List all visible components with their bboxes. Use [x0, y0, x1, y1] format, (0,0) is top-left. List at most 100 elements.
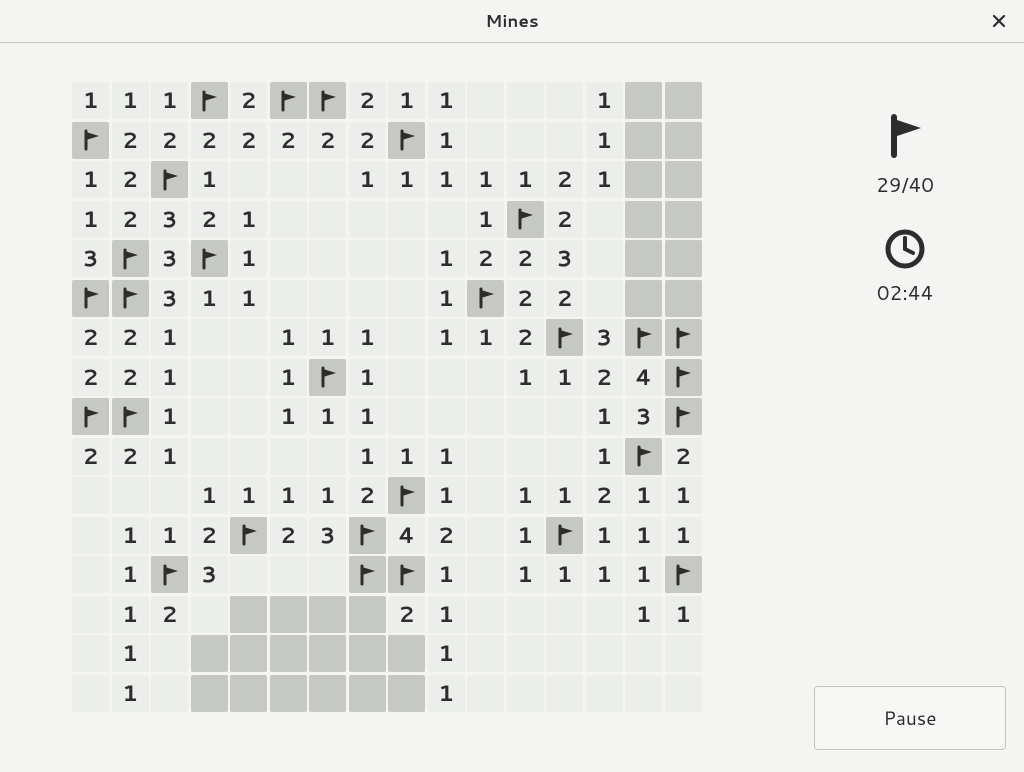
cell-r3-c12[interactable]: 2	[546, 201, 583, 238]
cell-r2-c6[interactable]	[309, 161, 346, 198]
cell-r0-c10[interactable]	[467, 82, 504, 119]
cell-r12-c14[interactable]: 1	[625, 556, 662, 593]
cell-r8-c6[interactable]: 1	[309, 398, 346, 435]
cell-r2-c3[interactable]: 1	[191, 161, 228, 198]
cell-r4-c6[interactable]	[309, 240, 346, 277]
cell-r4-c0[interactable]: 3	[72, 240, 109, 277]
cell-r10-c0[interactable]	[72, 477, 109, 514]
cell-r12-c0[interactable]	[72, 556, 109, 593]
cell-r10-c5[interactable]: 1	[270, 477, 307, 514]
cell-r4-c4[interactable]: 1	[230, 240, 267, 277]
cell-r14-c3[interactable]	[191, 635, 228, 672]
pause-button[interactable]: Pause	[814, 686, 1006, 750]
cell-r6-c11[interactable]: 2	[507, 319, 544, 356]
cell-r10-c8[interactable]	[388, 477, 425, 514]
cell-r9-c1[interactable]: 2	[112, 438, 149, 475]
cell-r9-c12[interactable]	[546, 438, 583, 475]
cell-r2-c10[interactable]: 1	[467, 161, 504, 198]
cell-r3-c9[interactable]	[428, 201, 465, 238]
cell-r10-c9[interactable]: 1	[428, 477, 465, 514]
cell-r14-c10[interactable]	[467, 635, 504, 672]
cell-r0-c11[interactable]	[507, 82, 544, 119]
cell-r15-c6[interactable]	[309, 675, 346, 712]
cell-r7-c5[interactable]: 1	[270, 359, 307, 396]
cell-r0-c7[interactable]: 2	[349, 82, 386, 119]
cell-r7-c12[interactable]: 1	[546, 359, 583, 396]
cell-r14-c14[interactable]	[625, 635, 662, 672]
cell-r13-c8[interactable]: 2	[388, 596, 425, 633]
cell-r9-c9[interactable]: 1	[428, 438, 465, 475]
cell-r0-c9[interactable]: 1	[428, 82, 465, 119]
cell-r15-c10[interactable]	[467, 675, 504, 712]
cell-r10-c7[interactable]: 2	[349, 477, 386, 514]
cell-r3-c5[interactable]	[270, 201, 307, 238]
cell-r5-c6[interactable]	[309, 280, 346, 317]
cell-r15-c12[interactable]	[546, 675, 583, 712]
cell-r7-c3[interactable]	[191, 359, 228, 396]
cell-r6-c9[interactable]: 1	[428, 319, 465, 356]
cell-r12-c10[interactable]	[467, 556, 504, 593]
cell-r8-c5[interactable]: 1	[270, 398, 307, 435]
cell-r15-c0[interactable]	[72, 675, 109, 712]
cell-r10-c11[interactable]: 1	[507, 477, 544, 514]
cell-r7-c8[interactable]	[388, 359, 425, 396]
cell-r13-c13[interactable]	[586, 596, 623, 633]
cell-r0-c5[interactable]	[270, 82, 307, 119]
cell-r4-c10[interactable]: 2	[467, 240, 504, 277]
cell-r11-c14[interactable]: 1	[625, 517, 662, 554]
cell-r6-c4[interactable]	[230, 319, 267, 356]
cell-r13-c5[interactable]	[270, 596, 307, 633]
cell-r5-c4[interactable]: 1	[230, 280, 267, 317]
cell-r1-c9[interactable]: 1	[428, 122, 465, 159]
cell-r0-c0[interactable]: 1	[72, 82, 109, 119]
cell-r1-c13[interactable]: 1	[586, 122, 623, 159]
cell-r14-c8[interactable]	[388, 635, 425, 672]
cell-r5-c12[interactable]: 2	[546, 280, 583, 317]
cell-r14-c9[interactable]: 1	[428, 635, 465, 672]
cell-r5-c14[interactable]	[625, 280, 662, 317]
cell-r7-c7[interactable]: 1	[349, 359, 386, 396]
cell-r14-c7[interactable]	[349, 635, 386, 672]
cell-r13-c10[interactable]	[467, 596, 504, 633]
cell-r5-c2[interactable]: 3	[151, 280, 188, 317]
cell-r1-c12[interactable]	[546, 122, 583, 159]
cell-r3-c2[interactable]: 3	[151, 201, 188, 238]
cell-r10-c15[interactable]: 1	[665, 477, 702, 514]
cell-r11-c7[interactable]	[349, 517, 386, 554]
cell-r7-c0[interactable]: 2	[72, 359, 109, 396]
cell-r13-c9[interactable]: 1	[428, 596, 465, 633]
cell-r15-c3[interactable]	[191, 675, 228, 712]
cell-r4-c5[interactable]	[270, 240, 307, 277]
cell-r9-c10[interactable]	[467, 438, 504, 475]
cell-r6-c8[interactable]	[388, 319, 425, 356]
cell-r5-c8[interactable]	[388, 280, 425, 317]
cell-r6-c12[interactable]	[546, 319, 583, 356]
cell-r4-c3[interactable]	[191, 240, 228, 277]
cell-r11-c15[interactable]: 1	[665, 517, 702, 554]
cell-r6-c14[interactable]	[625, 319, 662, 356]
cell-r6-c3[interactable]	[191, 319, 228, 356]
cell-r3-c0[interactable]: 1	[72, 201, 109, 238]
cell-r10-c12[interactable]: 1	[546, 477, 583, 514]
cell-r12-c4[interactable]	[230, 556, 267, 593]
cell-r14-c12[interactable]	[546, 635, 583, 672]
cell-r11-c13[interactable]: 1	[586, 517, 623, 554]
cell-r8-c13[interactable]: 1	[586, 398, 623, 435]
cell-r7-c6[interactable]	[309, 359, 346, 396]
cell-r10-c4[interactable]: 1	[230, 477, 267, 514]
cell-r1-c6[interactable]: 2	[309, 122, 346, 159]
cell-r15-c15[interactable]	[665, 675, 702, 712]
cell-r0-c12[interactable]	[546, 82, 583, 119]
cell-r8-c11[interactable]	[507, 398, 544, 435]
cell-r7-c9[interactable]	[428, 359, 465, 396]
cell-r10-c6[interactable]: 1	[309, 477, 346, 514]
cell-r2-c8[interactable]: 1	[388, 161, 425, 198]
cell-r1-c15[interactable]	[665, 122, 702, 159]
cell-r4-c15[interactable]	[665, 240, 702, 277]
cell-r8-c2[interactable]: 1	[151, 398, 188, 435]
cell-r6-c5[interactable]: 1	[270, 319, 307, 356]
cell-r2-c2[interactable]	[151, 161, 188, 198]
cell-r11-c5[interactable]: 2	[270, 517, 307, 554]
cell-r13-c2[interactable]: 2	[151, 596, 188, 633]
cell-r7-c1[interactable]: 2	[112, 359, 149, 396]
